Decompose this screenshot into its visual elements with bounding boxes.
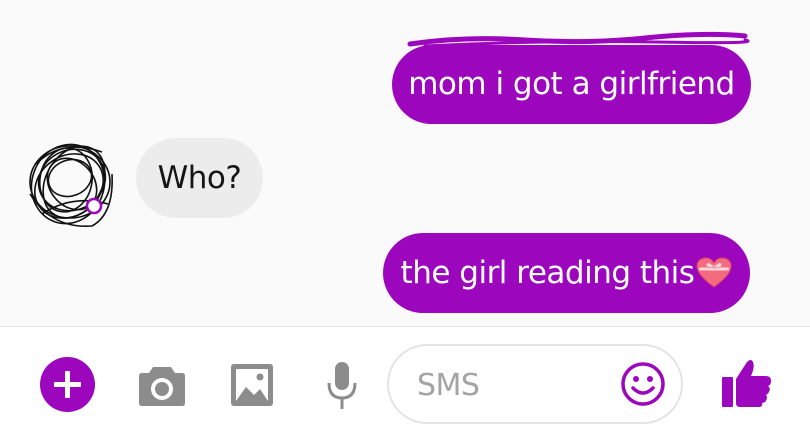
sms-input[interactable]: SMS [387,344,683,424]
outgoing-message[interactable]: the girl reading this [383,233,750,313]
message-text: the girl reading this [400,254,695,291]
outgoing-message[interactable]: mom i got a girlfriend [392,45,751,124]
microphone-icon[interactable] [326,361,358,411]
incoming-message[interactable]: Who? [136,138,263,218]
message-thread: mom i got a girlfriend Who? the girl rea… [0,0,810,326]
message-text: Who? [157,159,242,196]
plus-icon[interactable] [40,357,95,412]
smiley-icon[interactable] [620,361,666,407]
message-composer: SMS [0,327,810,443]
message-text: mom i got a girlfriend [408,66,735,102]
contact-avatar[interactable] [22,134,118,236]
camera-icon[interactable] [138,365,186,407]
heart-with-ribbon-icon [696,257,732,288]
sms-placeholder: SMS [417,368,480,403]
thumbs-up-icon[interactable] [720,357,772,409]
image-icon[interactable] [230,363,274,407]
